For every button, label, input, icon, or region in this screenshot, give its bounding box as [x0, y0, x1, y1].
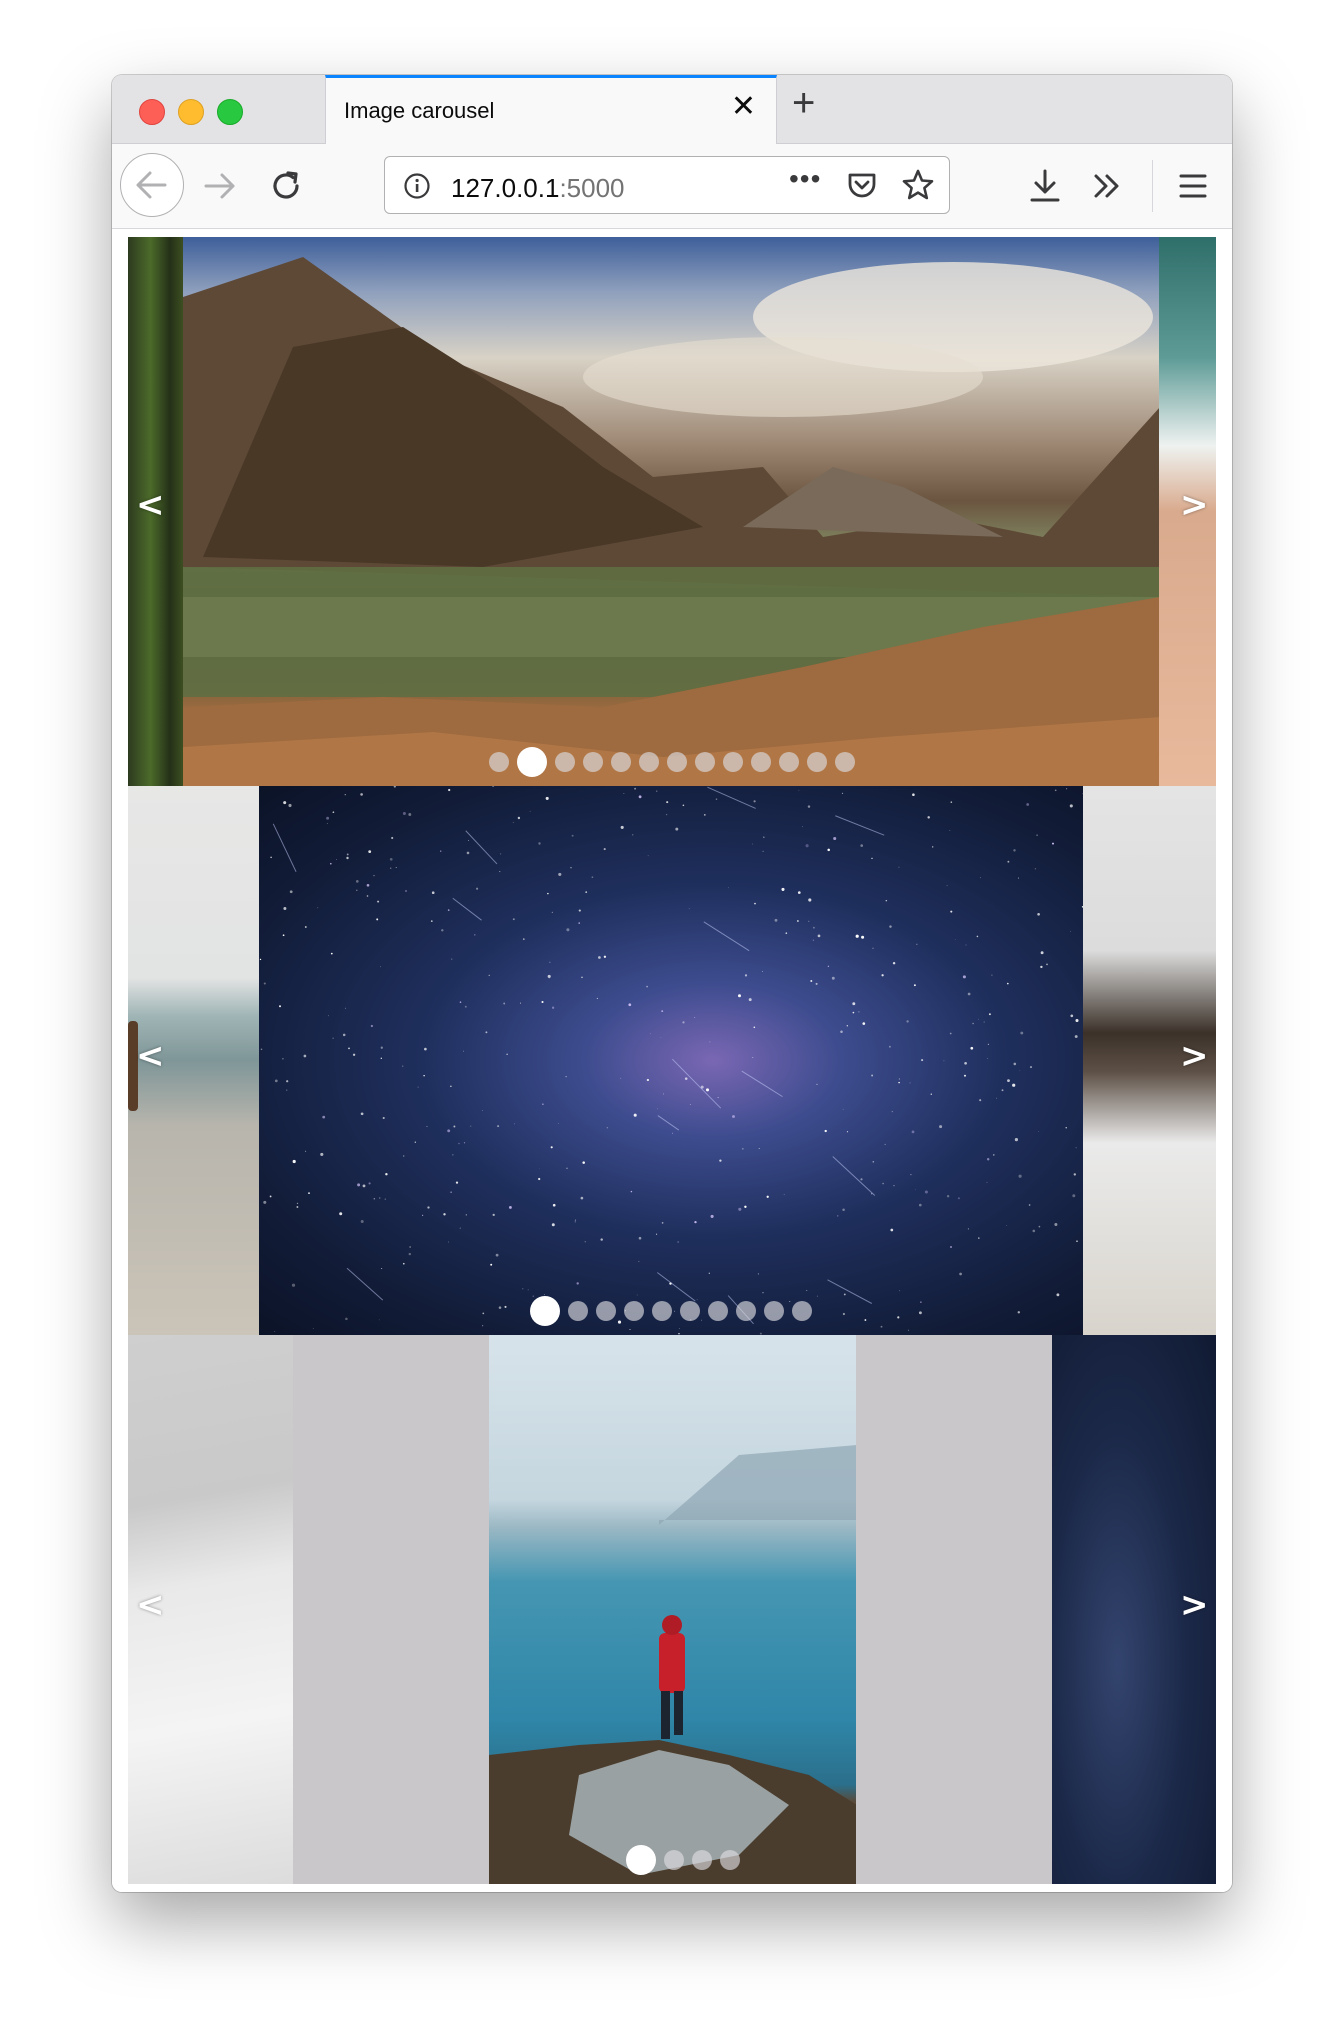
- carousel-prev-button[interactable]: <: [136, 1036, 165, 1076]
- url-text: 127.0.0.1:5000: [451, 173, 625, 204]
- active-tab[interactable]: Image carousel ✕: [325, 75, 777, 144]
- pagination-dot[interactable]: [751, 752, 771, 772]
- downloads-icon[interactable]: [1027, 166, 1063, 206]
- page-actions-icon[interactable]: •••: [789, 163, 821, 195]
- star-field-art: [259, 786, 1084, 1335]
- pagination-dot-active[interactable]: [517, 747, 547, 777]
- url-host: 127.0.0.1: [451, 173, 560, 203]
- pagination-dot[interactable]: [779, 752, 799, 772]
- pocket-icon[interactable]: [845, 169, 879, 203]
- pagination-dot[interactable]: [664, 1850, 684, 1870]
- back-arrow-icon: [136, 171, 167, 199]
- pagination-dot[interactable]: [723, 752, 743, 772]
- carousel-mountain-lake: < >: [128, 237, 1216, 786]
- pagination-dot[interactable]: [639, 752, 659, 772]
- browser-window: Image carousel ✕ + 127.0.0.1:5000 ••• < …: [112, 75, 1232, 1892]
- toolbar-divider: [1152, 160, 1153, 212]
- carousel-next-button[interactable]: >: [1180, 1036, 1209, 1076]
- window-close-button[interactable]: [139, 99, 165, 125]
- carousel-prev-button[interactable]: <: [136, 485, 165, 525]
- pagination-dot-active[interactable]: [626, 1845, 656, 1875]
- navigation-bar: 127.0.0.1:5000 •••: [112, 144, 1232, 229]
- forward-arrow-icon[interactable]: [200, 166, 240, 206]
- carousel-hiker: < >: [128, 1335, 1216, 1884]
- pagination-dot[interactable]: [555, 752, 575, 772]
- pagination-dot[interactable]: [611, 752, 631, 772]
- url-port: :5000: [559, 173, 625, 203]
- window-minimize-button[interactable]: [178, 99, 204, 125]
- carousel-next-button[interactable]: >: [1180, 485, 1209, 525]
- pagination-dot[interactable]: [807, 752, 827, 772]
- pagination-dot[interactable]: [680, 1301, 700, 1321]
- carousel-next-button[interactable]: >: [1180, 1585, 1209, 1625]
- hiker-image: [489, 1335, 857, 1884]
- carousel-pagination-dots: [526, 1296, 816, 1326]
- tab-close-icon[interactable]: ✕: [731, 92, 756, 122]
- carousel-pagination-dots: [485, 747, 859, 777]
- tab-title: Image carousel: [344, 98, 495, 123]
- pagination-dot[interactable]: [692, 1850, 712, 1870]
- pagination-dot[interactable]: [695, 752, 715, 772]
- url-bar[interactable]: 127.0.0.1:5000 •••: [384, 156, 950, 214]
- pagination-dot[interactable]: [667, 752, 687, 772]
- pagination-dot[interactable]: [736, 1301, 756, 1321]
- back-button[interactable]: [120, 153, 184, 217]
- pagination-dot[interactable]: [596, 1301, 616, 1321]
- pagination-dot[interactable]: [489, 752, 509, 772]
- pagination-dot-active[interactable]: [530, 1296, 560, 1326]
- carousel-starry-sky: < >: [128, 786, 1216, 1335]
- tab-bar: Image carousel ✕ +: [112, 75, 1232, 144]
- info-icon[interactable]: [403, 172, 431, 200]
- letterbox-right: [856, 1335, 1053, 1884]
- pagination-dot[interactable]: [720, 1850, 740, 1870]
- pagination-dot[interactable]: [624, 1301, 644, 1321]
- new-tab-icon[interactable]: +: [792, 83, 815, 123]
- pagination-dot[interactable]: [835, 752, 855, 772]
- overflow-chevron-icon[interactable]: [1090, 168, 1126, 204]
- page-content: < > < > < >: [112, 229, 1232, 1892]
- pagination-dot[interactable]: [568, 1301, 588, 1321]
- reload-icon[interactable]: [266, 166, 306, 206]
- starry-sky-image: [259, 786, 1084, 1335]
- carousel-pagination-dots: [622, 1845, 744, 1875]
- bookmark-star-icon[interactable]: [901, 168, 935, 202]
- window-maximize-button[interactable]: [217, 99, 243, 125]
- letterbox-left: [293, 1335, 490, 1884]
- pagination-dot[interactable]: [583, 752, 603, 772]
- pagination-dot[interactable]: [764, 1301, 784, 1321]
- hiker-art: [489, 1445, 857, 1884]
- pagination-dot[interactable]: [708, 1301, 728, 1321]
- mountain-lake-art: [183, 257, 1160, 786]
- hamburger-menu-icon[interactable]: [1177, 170, 1209, 202]
- pagination-dot[interactable]: [792, 1301, 812, 1321]
- mountain-lake-image: [183, 237, 1160, 786]
- carousel-prev-button[interactable]: <: [136, 1585, 165, 1625]
- pagination-dot[interactable]: [652, 1301, 672, 1321]
